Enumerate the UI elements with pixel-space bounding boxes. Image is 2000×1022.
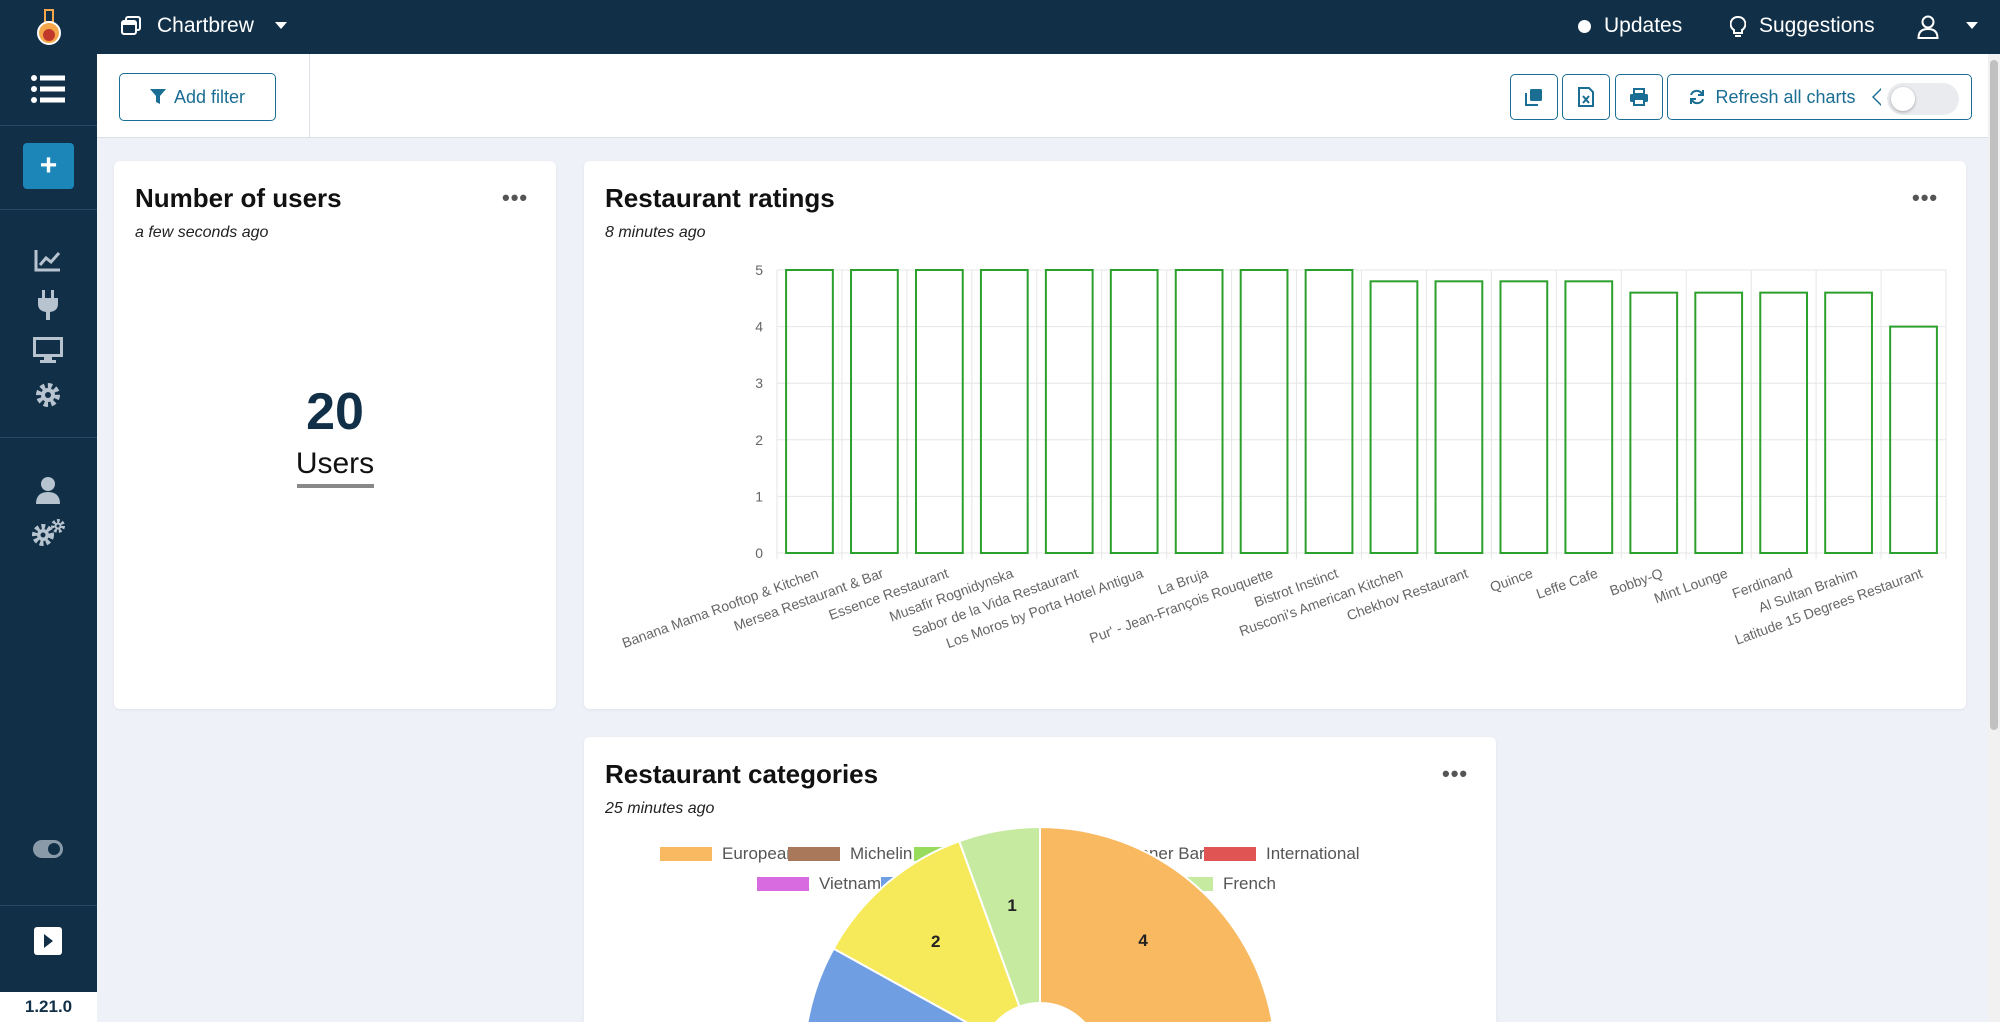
print-button[interactable] [1615, 74, 1663, 120]
top-navbar: Chartbrew Updates Suggestions [97, 0, 2000, 54]
kpi-underline [297, 484, 374, 488]
bar[interactable] [786, 270, 833, 553]
filter-icon [150, 89, 166, 105]
sidebar-divider [0, 437, 97, 438]
bar[interactable] [1695, 293, 1742, 553]
kpi-label: Users [114, 447, 556, 481]
bar[interactable] [1111, 270, 1158, 553]
card-updated-time: 8 minutes ago [605, 224, 706, 242]
y-tick-label: 4 [755, 319, 763, 335]
toolbar-divider [309, 54, 310, 138]
project-windows-icon [121, 16, 141, 41]
project-selector[interactable]: Chartbrew [157, 14, 254, 38]
menu-list-icon[interactable] [28, 72, 68, 106]
users-kpi-card: Number of users a few seconds ago ••• 20… [114, 161, 556, 709]
user-icon[interactable] [28, 473, 68, 507]
suggestions-link[interactable]: Suggestions [1759, 14, 1875, 38]
chartbrew-logo[interactable] [0, 0, 97, 54]
copy-icon [1525, 88, 1543, 106]
bar[interactable] [981, 270, 1028, 553]
bar[interactable] [1825, 293, 1872, 553]
dashboard-chart-icon[interactable] [28, 243, 68, 277]
refresh-label: Refresh all charts [1715, 87, 1855, 108]
y-tick-label: 0 [755, 545, 763, 561]
sidebar: + 1.21.0 [0, 0, 97, 1022]
categories-pie-chart: 4 2 1 [584, 737, 1496, 1022]
toggle-knob [1891, 87, 1915, 111]
add-filter-button[interactable]: Add filter [119, 73, 276, 121]
y-tick-label: 3 [755, 375, 763, 391]
bar[interactable] [1630, 293, 1677, 553]
y-tick-label: 1 [755, 488, 763, 504]
auto-refresh-toggle[interactable] [1887, 83, 1959, 115]
chevron-down-icon[interactable] [1966, 22, 1978, 29]
theme-toggle-icon[interactable] [28, 832, 68, 866]
updates-dot-icon [1578, 20, 1591, 33]
print-icon [1629, 88, 1649, 106]
excel-file-icon [1578, 87, 1594, 107]
card-title: Number of users [135, 183, 342, 214]
collapse-sidebar-icon[interactable] [28, 924, 68, 958]
bar[interactable] [851, 270, 898, 553]
x-tick-label: Leffe Cafe [1534, 565, 1600, 602]
monitor-icon[interactable] [28, 333, 68, 367]
app-version: 1.21.0 [0, 992, 97, 1022]
bar[interactable] [1306, 270, 1353, 553]
gear-icon[interactable] [28, 378, 68, 412]
duplicate-dashboard-button[interactable] [1510, 74, 1558, 120]
bar[interactable] [1241, 270, 1288, 553]
chevron-down-icon[interactable] [275, 22, 287, 29]
bar[interactable] [1500, 281, 1547, 553]
sidebar-divider [0, 209, 97, 210]
scrollbar-thumb[interactable] [1990, 60, 1998, 730]
add-filter-label: Add filter [174, 87, 245, 108]
chart-grid [777, 270, 1946, 559]
plug-icon[interactable] [28, 288, 68, 322]
kpi-value: 20 [114, 382, 556, 442]
bar[interactable] [916, 270, 963, 553]
refresh-all-charts-button[interactable]: Refresh all charts [1667, 74, 1877, 120]
x-tick-label: Quince [1488, 565, 1535, 595]
bar[interactable] [1176, 270, 1223, 553]
y-tick-label: 2 [755, 432, 763, 448]
pie-slice-label: 1 [1007, 896, 1016, 915]
card-title: Restaurant ratings [605, 183, 835, 214]
bar[interactable] [1436, 281, 1483, 553]
bar[interactable] [1760, 293, 1807, 553]
bar[interactable] [1371, 281, 1418, 553]
user-avatar-icon[interactable] [1917, 15, 1939, 44]
sidebar-divider [0, 905, 97, 906]
bar[interactable] [1565, 281, 1612, 553]
refresh-arrow-fill [1874, 90, 1881, 104]
add-chart-button[interactable]: + [23, 143, 74, 189]
sidebar-divider [0, 125, 97, 126]
lightbulb-icon [1730, 16, 1746, 43]
export-excel-button[interactable] [1562, 74, 1610, 120]
x-tick-label: Mint Lounge [1652, 565, 1730, 606]
bar[interactable] [1046, 270, 1093, 553]
refresh-icon [1689, 89, 1705, 105]
y-tick-label: 5 [755, 262, 763, 278]
updates-link[interactable]: Updates [1604, 14, 1682, 38]
pie-slice[interactable] [1040, 827, 1272, 1022]
card-updated-time: a few seconds ago [135, 224, 268, 242]
ratings-bar-chart: 012345Banana Mama Rooftop & KitchenMerse… [584, 250, 1966, 680]
card-menu-icon[interactable]: ••• [502, 185, 528, 211]
pie-slice-label: 4 [1138, 931, 1148, 950]
team-settings-icon[interactable] [28, 516, 68, 550]
card-menu-icon[interactable]: ••• [1912, 185, 1938, 211]
pie-slice-label: 2 [931, 932, 940, 951]
